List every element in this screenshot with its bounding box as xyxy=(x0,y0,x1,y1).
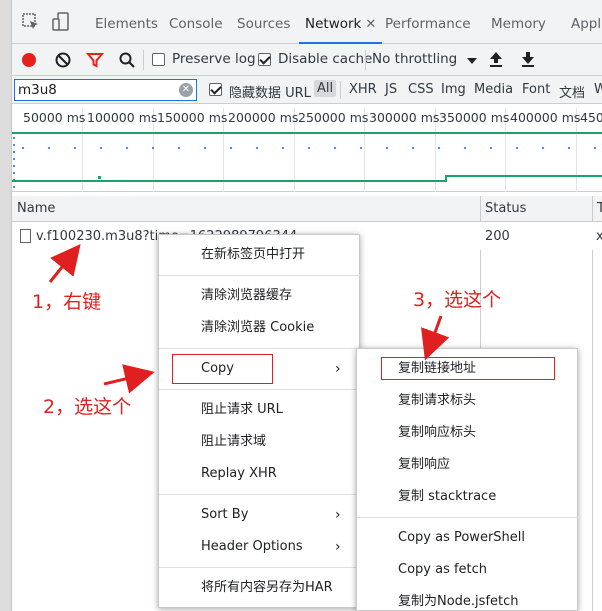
annotation-step2: 2，选这个 xyxy=(43,396,132,418)
annotation-step3: 3，选这个 xyxy=(413,289,502,311)
annotation-step1: 1，右键 xyxy=(32,291,102,313)
